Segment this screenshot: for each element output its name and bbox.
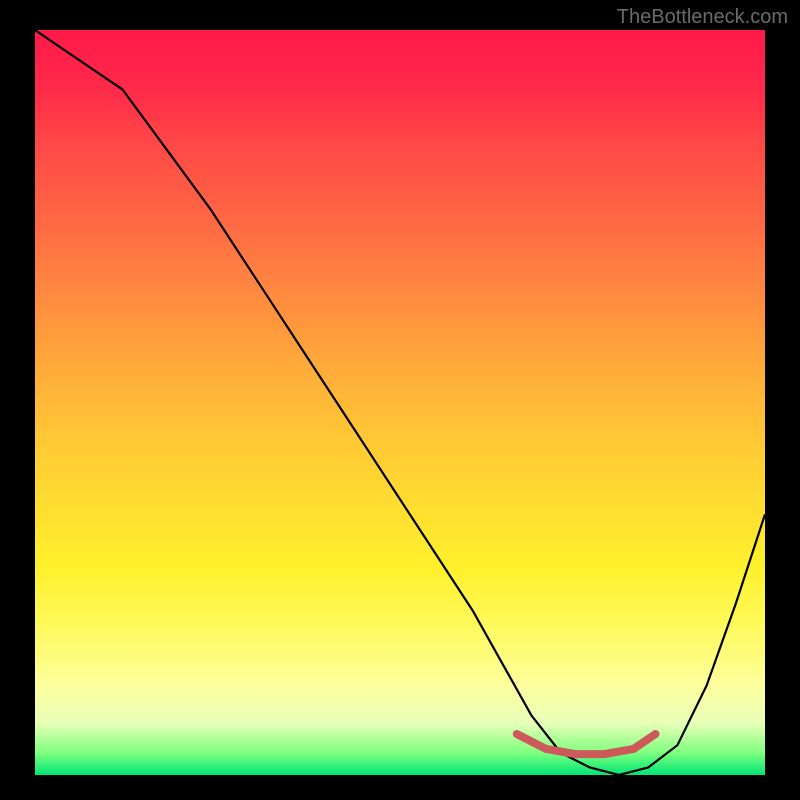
watermark-text: TheBottleneck.com — [617, 6, 788, 29]
optimal-band-line — [517, 734, 656, 754]
bottleneck-curve-line — [35, 30, 765, 775]
chart-svg — [35, 30, 765, 775]
chart-container — [35, 30, 765, 775]
